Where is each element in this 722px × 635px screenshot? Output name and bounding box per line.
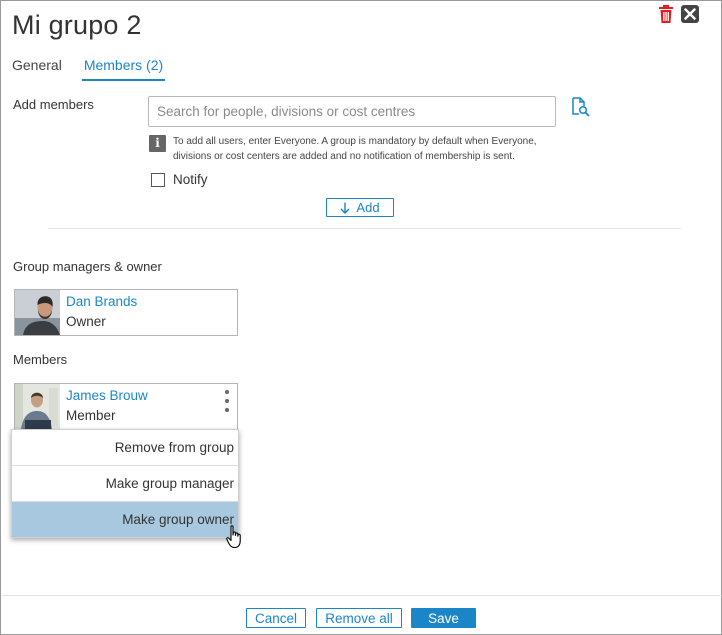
- add-members-label: Add members: [13, 97, 94, 112]
- footer-divider: [2, 595, 722, 596]
- more-vert-icon[interactable]: [223, 390, 231, 412]
- avatar: [15, 384, 60, 429]
- save-button[interactable]: Save: [411, 608, 476, 628]
- arrow-down-icon: [340, 202, 350, 214]
- hand-cursor-icon: [226, 525, 241, 549]
- add-button-label: Add: [356, 200, 380, 215]
- info-text-line: divisions or cost centers are added and …: [173, 151, 515, 162]
- manager-name-link[interactable]: Dan Brands: [66, 294, 137, 309]
- info-text-line: To add all users, enter Everyone. A grou…: [173, 136, 537, 147]
- kebab-dot: [225, 390, 229, 394]
- member-card: James Brouw Member: [14, 383, 238, 430]
- manager-card: Dan Brands Owner: [14, 289, 238, 336]
- avatar: [15, 290, 60, 335]
- tab-members[interactable]: Members (2): [81, 57, 166, 81]
- member-context-menu: Remove from group Make group manager Mak…: [11, 429, 239, 538]
- notify-checkbox-box[interactable]: [151, 172, 165, 187]
- member-role: Member: [66, 408, 116, 423]
- manager-role: Owner: [66, 314, 106, 329]
- notify-label: Notify: [173, 172, 208, 187]
- dialog-footer: Cancel Remove all Save: [1, 608, 722, 628]
- section-divider: [48, 228, 681, 229]
- search-input[interactable]: [148, 96, 556, 127]
- add-button[interactable]: Add: [326, 198, 394, 217]
- menu-item-remove-from-group[interactable]: Remove from group: [12, 430, 238, 466]
- cancel-button[interactable]: Cancel: [246, 608, 306, 628]
- remove-all-button[interactable]: Remove all: [316, 608, 402, 628]
- close-icon: [684, 8, 696, 20]
- kebab-dot: [225, 399, 229, 403]
- dialog-title: Mi grupo 2: [12, 10, 142, 40]
- title-actions: [657, 5, 699, 23]
- notify-checkbox[interactable]: Notify: [151, 172, 208, 187]
- search-document-button[interactable]: [570, 97, 590, 122]
- info-icon: i: [149, 135, 166, 152]
- managers-heading: Group managers & owner: [13, 259, 162, 274]
- menu-item-make-group-manager[interactable]: Make group manager: [12, 466, 238, 502]
- delete-button[interactable]: [657, 5, 675, 23]
- member-name-link[interactable]: James Brouw: [66, 388, 148, 403]
- kebab-dot: [225, 408, 229, 412]
- tab-general[interactable]: General: [12, 57, 62, 81]
- info-text: To add all users, enter Everyone. A grou…: [173, 134, 573, 164]
- trash-icon: [659, 5, 673, 23]
- members-heading: Members: [13, 352, 68, 367]
- close-button[interactable]: [681, 5, 699, 23]
- tab-bar: General Members (2): [12, 57, 166, 81]
- search-document-icon: [572, 97, 590, 117]
- group-dialog: Mi grupo 2 General Members (2) Add membe…: [0, 0, 722, 635]
- menu-item-make-group-owner[interactable]: Make group owner: [12, 502, 238, 537]
